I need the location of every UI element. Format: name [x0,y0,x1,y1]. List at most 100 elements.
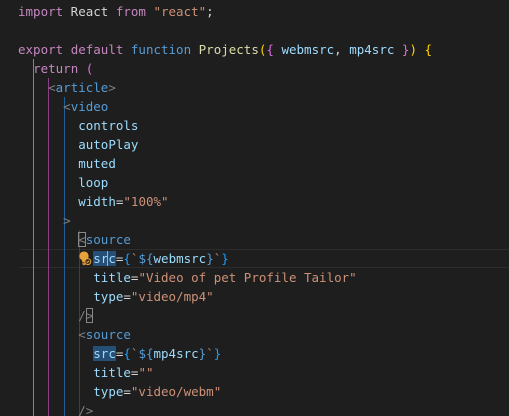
code-token: webmsrc [153,251,207,266]
code-line-text: muted [18,154,116,173]
code-token: { [123,346,131,361]
code-line-text: loop [18,173,108,192]
code-line-text: <article> [18,78,116,97]
code-line-text: export default function Projects({ webms… [18,40,432,59]
code-token: / [78,308,86,323]
code-line-text: /> [18,401,93,416]
code-token: width [78,194,116,209]
code-editor[interactable]: import React from "react"; export default… [0,0,509,416]
code-line[interactable]: <video [0,97,509,116]
code-token: ) [409,42,417,57]
code-token: Projects [198,42,259,57]
code-token: from [115,4,146,19]
matched-bracket: < [78,232,86,247]
code-line[interactable]: <article> [0,78,509,97]
code-token: < [78,327,86,342]
code-token: function [130,42,192,57]
code-line[interactable]: return ( [0,59,509,78]
code-line[interactable]: controls [0,116,509,135]
code-token: ( [85,61,94,76]
code-line[interactable]: type="video/mp4" [0,287,509,306]
lightbulb-autofix-icon[interactable] [76,250,92,266]
code-line[interactable]: <source [0,230,509,249]
code-line[interactable]: export default function Projects({ webms… [0,40,509,59]
code-token: < [48,80,56,95]
code-token: } [221,251,229,266]
code-token: ` [206,346,214,361]
code-token: "100%" [123,194,169,209]
code-line-text: src={`${mp4src}`} [18,344,221,363]
matched-bracket: > [85,308,94,323]
code-token: controls [78,118,139,133]
code-line[interactable]: > [0,211,509,230]
code-line[interactable]: title="Video of pet Profile Tailor" [0,268,509,287]
code-token: React [63,4,116,19]
code-token: } [213,346,222,361]
code-token: { [424,42,433,57]
code-token: } [206,251,214,266]
code-token: video [70,99,109,114]
code-token: title [93,365,131,380]
code-line[interactable]: width="100%" [0,192,509,211]
code-token: { [123,251,131,266]
code-token: muted [78,156,116,171]
code-line[interactable]: <source [0,325,509,344]
code-token: import [18,4,64,19]
code-token: mp4src [349,42,395,57]
code-token: type [93,384,124,399]
code-line[interactable]: muted [0,154,509,173]
code-token: ${ [138,346,154,361]
code-token: webmsrc [281,42,335,57]
code-line[interactable]: autoPlay [0,135,509,154]
code-token: "Video of pet Profile Tailor" [138,270,357,285]
code-token: title [93,270,131,285]
code-line[interactable]: type="video/webm" [0,382,509,401]
code-line-text: src={`${webmsrc}`} [18,249,229,268]
code-line[interactable]: src={`${webmsrc}`} [0,249,509,268]
code-token: type [93,289,124,304]
code-token: "react" [153,4,207,19]
code-line[interactable]: src={`${mp4src}`} [0,344,509,363]
code-token: article [55,80,109,95]
code-token: src [93,346,116,361]
code-line-text: controls [18,116,138,135]
code-line-text: type="video/mp4" [18,287,213,306]
code-line[interactable]: /> [0,306,509,325]
code-token: sr [93,251,109,266]
code-token: mp4src [153,346,199,361]
code-lines[interactable]: import React from "react"; export default… [0,2,509,416]
code-line-text: return ( [18,59,93,78]
code-line-text: width="100%" [18,192,169,211]
code-line-text: import React from "react"; [18,2,214,21]
code-token: , [334,42,350,57]
code-token: = [123,384,131,399]
code-token: ${ [138,251,154,266]
code-line[interactable]: import React from "react"; [0,2,509,21]
code-token: { [266,42,274,57]
code-line[interactable]: loop [0,173,509,192]
code-line-text: <video [18,97,108,116]
code-line[interactable]: /> [0,401,509,416]
code-token: = [123,289,131,304]
code-token: ; [206,4,214,19]
code-line[interactable] [0,21,509,40]
code-line[interactable]: title="" [0,363,509,382]
code-token: default [70,42,124,57]
